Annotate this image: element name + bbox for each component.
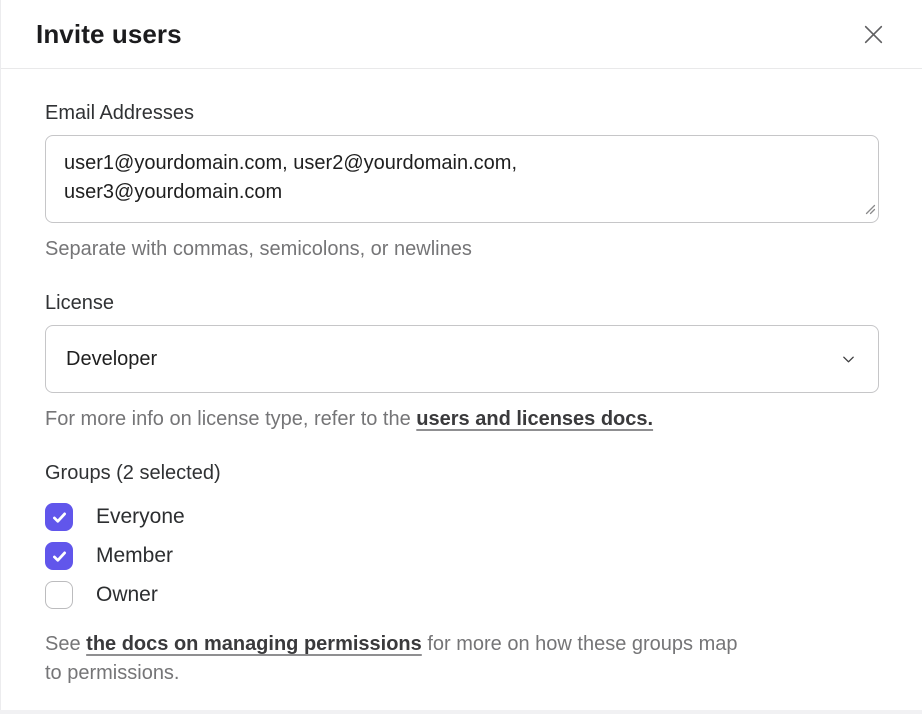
groups-helper-text: See the docs on managing permissions for… <box>45 630 757 688</box>
modal-title: Invite users <box>36 19 182 50</box>
email-addresses-input[interactable]: user1@yourdomain.com, user2@yourdomain.c… <box>45 135 879 223</box>
chevron-down-icon <box>841 352 856 367</box>
groups-section: Groups (2 selected) Everyone <box>45 462 878 688</box>
groups-helper-prefix: See <box>45 633 86 655</box>
checkbox-label-member: Member <box>96 544 173 568</box>
modal-content: Email Addresses user1@yourdomain.com, us… <box>1 69 922 688</box>
license-label: License <box>45 292 878 315</box>
email-helper-text: Separate with commas, semicolons, or new… <box>45 235 878 264</box>
modal-header: Invite users <box>1 0 922 69</box>
group-option-member[interactable]: Member <box>45 542 173 570</box>
managing-permissions-docs-link[interactable]: the docs on managing permissions <box>86 633 422 655</box>
close-icon <box>861 22 886 47</box>
email-textarea-wrap: user1@yourdomain.com, user2@yourdomain.c… <box>45 135 879 223</box>
group-option-owner[interactable]: Owner <box>45 581 158 609</box>
license-section: License Developer For more info on licen… <box>45 292 878 434</box>
groups-label: Groups (2 selected) <box>45 462 878 485</box>
users-licenses-docs-link[interactable]: users and licenses docs. <box>416 408 653 430</box>
license-helper-prefix: For more info on license type, refer to … <box>45 408 416 430</box>
checkmark-icon <box>51 548 68 565</box>
checkbox-member[interactable] <box>45 542 73 570</box>
invite-users-modal: Invite users Email Addresses user1@yourd… <box>0 0 922 710</box>
close-button[interactable] <box>857 18 890 51</box>
license-select[interactable]: Developer <box>45 325 879 393</box>
email-addresses-label: Email Addresses <box>45 102 878 125</box>
license-helper-text: For more info on license type, refer to … <box>45 405 878 434</box>
checkbox-owner[interactable] <box>45 581 73 609</box>
license-selected-value: Developer <box>66 348 157 371</box>
checkbox-label-everyone: Everyone <box>96 505 185 529</box>
checkbox-label-owner: Owner <box>96 583 158 607</box>
checkmark-icon <box>51 509 68 526</box>
group-option-everyone[interactable]: Everyone <box>45 503 185 531</box>
checkbox-everyone[interactable] <box>45 503 73 531</box>
